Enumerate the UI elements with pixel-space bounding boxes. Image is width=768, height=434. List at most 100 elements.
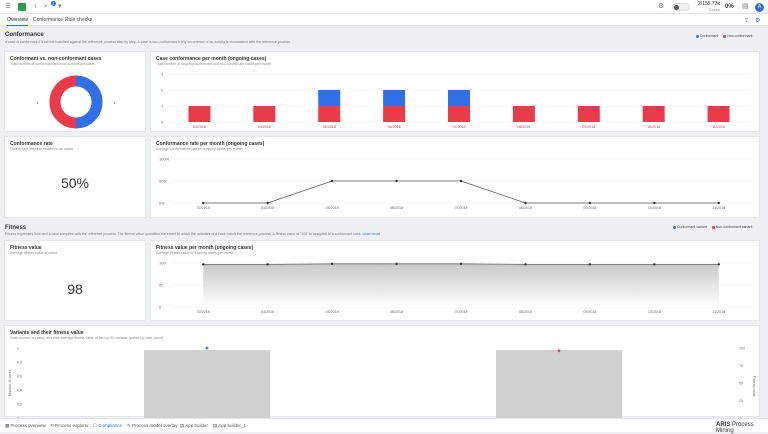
selection-toggle[interactable] bbox=[672, 3, 690, 11]
x-tick-label: 05/2018 bbox=[323, 125, 336, 129]
y-tick-label: 100 bbox=[159, 261, 166, 266]
bottom-tab-app-builder-1[interactable]: ▤ App builder_1 bbox=[213, 423, 246, 429]
conformance-rate-month-card: Conformance rate per month (ongoing case… bbox=[150, 136, 760, 218]
y-tick-label: 0 bbox=[161, 120, 164, 125]
bottom-tab-label: Compliance bbox=[98, 423, 122, 428]
bar-conformant bbox=[448, 90, 470, 106]
learn-more-link[interactable]: Learn more bbox=[362, 232, 380, 236]
bottom-tab-process-model-overlay[interactable]: ✎ Process model overlay bbox=[127, 423, 178, 429]
x-tick-label: 08/2018 bbox=[517, 125, 530, 129]
legend-nonconformant-variant: Non-conformant variant bbox=[716, 225, 753, 229]
variant-bar bbox=[144, 350, 270, 418]
gear-icon[interactable]: ⚙ bbox=[755, 17, 760, 24]
x-tick-label: 08/2018 bbox=[519, 206, 532, 210]
legend-dot-conformant-variant bbox=[673, 226, 676, 229]
filter-icon[interactable]: ⌕ bbox=[44, 3, 48, 11]
donut-card: Conformant vs. non-conformant cases Tota… bbox=[4, 51, 146, 132]
page-tabs: Overview Conformance Rule checks ⇪ ⚙ bbox=[0, 14, 768, 26]
data-point bbox=[460, 180, 462, 182]
y-tick-label: 0.6 bbox=[17, 375, 22, 379]
settings-icon[interactable]: ⚙ bbox=[658, 3, 664, 11]
bar-nonconformant bbox=[318, 106, 340, 122]
donut-label-right: 1 bbox=[113, 100, 116, 105]
x-tick-label: 03/2018 bbox=[197, 206, 210, 210]
data-point bbox=[202, 202, 204, 204]
fitness-heading: Fitness bbox=[5, 225, 26, 231]
x-tick-label: 06/2018 bbox=[390, 310, 403, 314]
x-tick-label: 04/2018 bbox=[258, 125, 271, 129]
tab-conformance[interactable]: Conformance bbox=[33, 17, 63, 23]
x-tick-label: 10/2018 bbox=[647, 125, 660, 129]
x-tick-label: 03/2018 bbox=[193, 125, 206, 129]
x-tick-label: 05/2018 bbox=[326, 206, 339, 210]
cases-percent: 0% bbox=[725, 4, 734, 10]
bottom-tab-label: Process model overlay bbox=[132, 423, 178, 428]
legend-dot-conformant bbox=[696, 35, 699, 38]
bar-nonconformant bbox=[578, 106, 600, 122]
menu-icon[interactable]: ☰ bbox=[5, 3, 11, 11]
y2-tick-label: 75 bbox=[739, 364, 743, 368]
y-tick-label: 50% bbox=[159, 179, 167, 184]
data-point bbox=[266, 263, 268, 265]
data-point bbox=[718, 263, 720, 265]
tab-rule-checks[interactable]: Rule checks bbox=[65, 17, 92, 23]
notification-badge: 1 bbox=[51, 1, 56, 6]
legend-dot-nonconformant-variant bbox=[712, 226, 715, 229]
x-tick-label: 10/2018 bbox=[648, 206, 661, 210]
rate-card-subtitle: Conformant cases in relation to all case… bbox=[10, 147, 73, 151]
legend-dot-nonconformant bbox=[723, 35, 726, 38]
back-icon[interactable]: ‹ bbox=[34, 3, 36, 11]
y-tick-label: 50 bbox=[159, 283, 164, 288]
variants-card: Variants and their fitness value Total n… bbox=[4, 325, 760, 417]
bottom-bar: ▦ Process overview ⟲ Process explorer ☐ … bbox=[0, 418, 768, 432]
data-point bbox=[718, 202, 720, 204]
data-point bbox=[524, 202, 526, 204]
bar-nonconformant bbox=[188, 106, 210, 122]
bottom-tab-process-overview[interactable]: ▦ Process overview bbox=[5, 423, 46, 429]
data-point bbox=[395, 263, 397, 265]
fitness-legend: Conformant variant Non-conformant varian… bbox=[673, 225, 752, 229]
conformance-per-month-card: Case conformance per month (ongoing case… bbox=[150, 51, 760, 132]
y-tick-label: 1 bbox=[17, 347, 19, 351]
brand-logo: ARIS Process Mining bbox=[716, 422, 768, 434]
conformance-legend: Conformant Non-conformant bbox=[696, 34, 752, 38]
y2-tick-label: 100 bbox=[739, 347, 745, 351]
legend-nonconformant: Non-conformant bbox=[727, 34, 752, 38]
x-tick-label: 09/2018 bbox=[582, 125, 595, 129]
fitness-description: Fitness expresses how well a case compli… bbox=[5, 232, 605, 236]
bottom-tab-process-explorer[interactable]: ⟲ Process explorer bbox=[50, 423, 89, 429]
y2-tick-label: 50 bbox=[739, 382, 743, 386]
bar-nonconformant bbox=[708, 106, 730, 122]
bottom-tab-label: App builder_1 bbox=[218, 423, 246, 428]
chevron-down-icon[interactable]: ▾ bbox=[58, 3, 62, 11]
donut-slice-2 bbox=[55, 81, 76, 123]
avatar[interactable]: A bbox=[755, 3, 764, 12]
top-bar: ☰ ‹ ⌕ 1 ▾ ⚙ 2/155.73k Cases selected 0% … bbox=[0, 0, 768, 14]
fitness-area bbox=[203, 264, 719, 307]
bottom-tab-app-builder[interactable]: ▤ App builder bbox=[180, 423, 208, 429]
bar-nonconformant bbox=[253, 106, 275, 122]
bottom-tab-compliance[interactable]: ☐ Compliance bbox=[93, 423, 122, 429]
toggle-knob bbox=[674, 5, 679, 10]
document-icon[interactable]: ▤ bbox=[742, 3, 749, 11]
x-tick-label: 11/2018 bbox=[712, 310, 725, 314]
bottom-tab-label: Process overview bbox=[11, 423, 46, 428]
conformance-rate-line bbox=[203, 181, 719, 203]
data-point bbox=[460, 263, 462, 265]
fitness-area-chart: 05010003/201804/201805/201806/201807/201… bbox=[151, 241, 761, 322]
variants-y-right-label: Fitness value bbox=[752, 376, 756, 397]
data-point bbox=[524, 263, 526, 265]
data-point bbox=[266, 202, 268, 204]
x-tick-label: 07/2018 bbox=[455, 310, 468, 314]
tab-overview[interactable]: Overview bbox=[7, 17, 28, 26]
fitness-point bbox=[558, 349, 561, 352]
x-tick-label: 09/2018 bbox=[583, 206, 596, 210]
x-tick-label: 10/2018 bbox=[648, 310, 661, 314]
variant-bar bbox=[496, 350, 622, 418]
y-tick-label: 2 bbox=[161, 88, 164, 93]
app-logo-icon[interactable] bbox=[18, 3, 26, 11]
share-icon[interactable]: ⇪ bbox=[744, 17, 749, 24]
x-tick-label: 11/2018 bbox=[712, 125, 725, 129]
bar-nonconformant bbox=[643, 106, 665, 122]
fitness-point bbox=[206, 347, 209, 350]
